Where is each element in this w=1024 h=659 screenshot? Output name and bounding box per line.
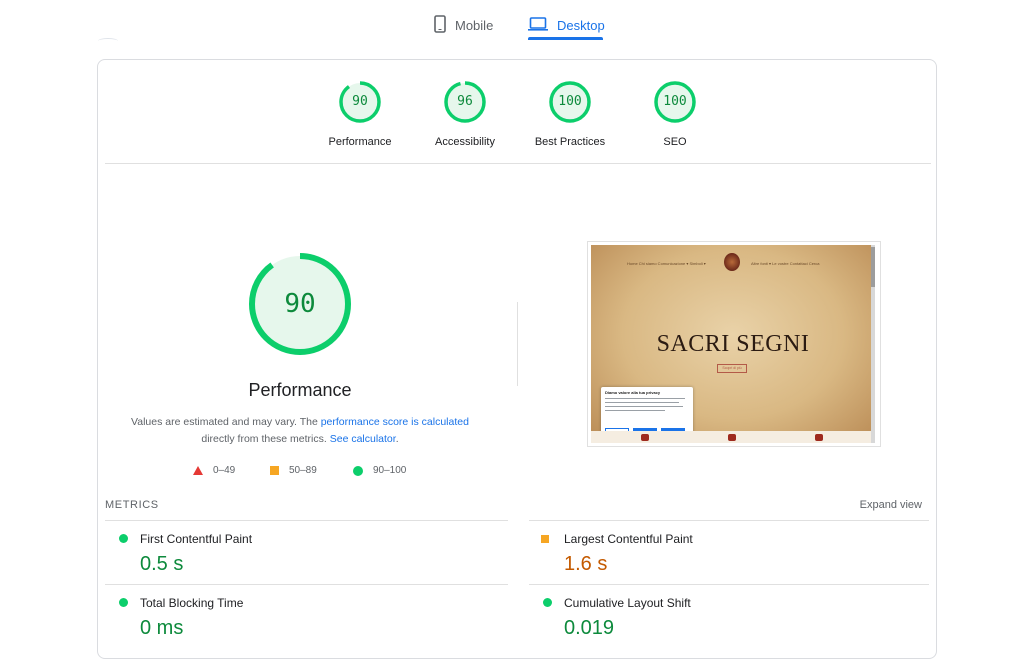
faded-decoration [98,38,118,44]
pass-circle-icon [119,534,128,543]
gauge-performance[interactable]: 90 Performance [310,80,410,148]
device-tabs: Mobile Desktop [0,0,1024,44]
cookie-text-line [605,401,679,403]
tab-mobile[interactable]: Mobile [434,10,493,40]
performance-score-link[interactable]: performance score is calculated [321,416,469,428]
square-icon [270,466,279,475]
metric-value: 0.019 [564,617,615,639]
metric-first-contentful-paint: First Contentful Paint 0.5 s [105,520,508,584]
note-text: directly from these metrics. [201,433,330,445]
gauge-score: 100 [663,94,687,109]
gauge-label: Accessibility [435,136,495,148]
gauge-best-practices[interactable]: 100 Best Practices [520,80,620,148]
metric-name: Cumulative Layout Shift [564,596,691,610]
legend-average-label: 50–89 [289,465,317,476]
legend-fail: 0–49 [193,465,235,476]
preview-symbol-icon [815,434,823,441]
triangle-icon [193,466,203,475]
tab-desktop-label: Desktop [557,17,605,33]
metric-name: Largest Contentful Paint [564,532,693,546]
metric-largest-contentful-paint: Largest Contentful Paint 1.6 s [529,520,929,584]
phone-icon [434,14,446,36]
metrics-heading: METRICS [105,499,159,511]
metric-value: 1.6 s [564,553,608,575]
preview-hero-button: Scopri di più [717,364,747,373]
gauge-score: 96 [457,94,473,109]
gauges-divider [105,163,931,164]
cookie-text-line [605,397,685,399]
preview-bottom-strip [591,431,871,443]
category-gauges: 90 Performance 96 Accessibility 100 Best… [98,80,936,160]
circle-icon [353,465,363,476]
cookie-text-line [605,405,683,407]
pass-circle-icon [119,598,128,607]
preview-symbol-icon [641,434,649,441]
tab-desktop[interactable]: Desktop [528,10,605,40]
final-screenshot[interactable]: Home Chi siamo Comunicazione ▾ Simboli ▾… [587,241,881,447]
preview-hero-title: SACRI SEGNI [656,331,810,357]
preview-symbol-icon [728,434,736,441]
preview-cookie-banner: Diamo valore alla tua privacy [601,387,693,437]
report-card: 90 Performance 96 Accessibility 100 Best… [97,59,937,659]
see-calculator-link[interactable]: See calculator [330,433,396,445]
metric-cumulative-layout-shift: Cumulative Layout Shift 0.019 [529,584,929,648]
legend-pass: 90–100 [353,465,406,476]
pass-circle-icon [543,598,552,607]
performance-score: 90 [284,289,316,319]
vertical-divider [517,302,518,386]
metric-total-blocking-time: Total Blocking Time 0 ms [105,584,508,648]
average-square-icon [541,535,549,543]
gauge-seo[interactable]: 100 SEO [625,80,725,148]
legend-fail-label: 0–49 [213,465,236,476]
metric-value: 0.5 s [140,553,184,575]
gauge-accessibility[interactable]: 96 Accessibility [415,80,515,148]
legend-average: 50–89 [270,465,317,476]
gauge-label: Best Practices [534,136,606,148]
gauge-label: SEO [663,136,687,148]
expand-view-toggle[interactable]: Expand view [860,499,922,511]
preview-scroll-thumb [871,247,875,287]
preview-nav-left: Home Chi siamo Comunicazione ▾ Simboli ▾ [627,261,706,266]
metric-name: Total Blocking Time [140,596,244,610]
cookie-title: Diamo valore alla tua privacy [605,390,661,395]
performance-note: Values are estimated and may vary. The p… [120,414,480,448]
metric-name: First Contentful Paint [140,532,253,546]
metric-value: 0 ms [140,617,184,639]
laptop-icon [528,16,548,34]
gauge-label: Performance [328,136,392,148]
performance-gauge-large: 90 [247,251,353,357]
screenshot-image: Home Chi siamo Comunicazione ▾ Simboli ▾… [591,245,875,443]
tab-mobile-label: Mobile [455,17,494,33]
preview-nav-right: Altre fonti ▾ Le vostre Contattaci Cerca [751,261,820,266]
note-text: . [395,433,399,445]
note-text: Values are estimated and may vary. The [131,416,321,428]
legend-pass-label: 90–100 [373,465,407,476]
active-tab-indicator [528,37,603,40]
cookie-text-line [605,409,665,411]
gauge-score: 100 [558,94,582,109]
gauge-score: 90 [352,94,368,109]
performance-title: Performance [248,380,352,400]
preview-emblem-icon [724,253,740,271]
